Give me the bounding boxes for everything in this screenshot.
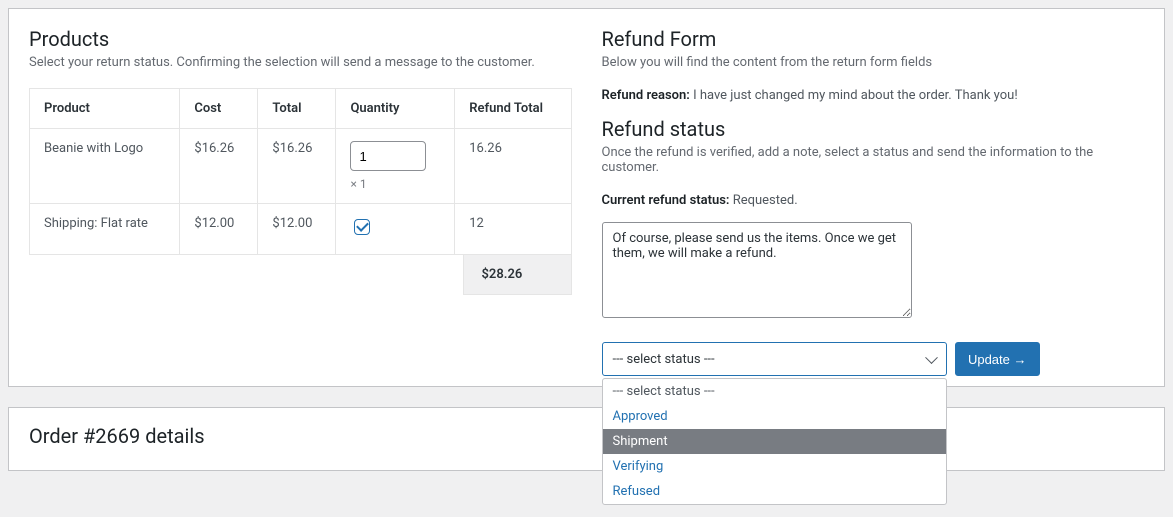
col-quantity: Quantity <box>336 89 455 129</box>
refund-reason-line: Refund reason: I have just changed my mi… <box>602 88 1145 103</box>
update-button[interactable]: Update → <box>955 342 1040 376</box>
refund-form-column: Refund Form Below you will find the cont… <box>602 9 1145 376</box>
cell-total: $16.26 <box>258 129 336 204</box>
status-select-value: --- select status --- <box>613 352 715 367</box>
current-status-line: Current refund status: Requested. <box>602 193 1145 208</box>
status-option[interactable]: Refused <box>603 479 946 504</box>
refund-form-heading: Refund Form <box>602 27 1145 51</box>
refund-status-heading: Refund status <box>602 117 1145 141</box>
shipping-refund-checkbox[interactable] <box>354 219 370 235</box>
order-details-panel: Order #2669 details <box>8 407 1165 471</box>
status-option[interactable]: Verifying <box>603 454 946 479</box>
cell-product: Shipping: Flat rate <box>30 204 180 255</box>
cell-refund-total: 16.26 <box>455 129 571 204</box>
products-subtitle: Select your return status. Confirming th… <box>29 55 572 70</box>
col-total: Total <box>258 89 336 129</box>
cell-refund-total: 12 <box>455 204 571 255</box>
refund-note-textarea[interactable] <box>602 222 912 318</box>
order-details-heading: Order #2669 details <box>29 424 1144 448</box>
status-dropdown: --- select status ---ApprovedShipmentVer… <box>602 378 947 505</box>
status-option[interactable]: Shipment <box>603 429 946 454</box>
quantity-input[interactable] <box>350 141 426 171</box>
cell-cost: $12.00 <box>180 204 258 255</box>
products-column: Products Select your return status. Conf… <box>29 9 572 376</box>
products-table: Product Cost Total Quantity Refund Total… <box>29 88 572 255</box>
table-row: Beanie with Logo $16.26 $16.26 × 1 16.26 <box>30 129 572 204</box>
current-status-label: Current refund status: <box>602 193 730 208</box>
status-option[interactable]: Approved <box>603 404 946 429</box>
status-select[interactable]: --- select status --- <box>602 342 947 376</box>
col-product: Product <box>30 89 180 129</box>
grand-total: $28.26 <box>463 255 572 295</box>
quantity-multiplier: × 1 <box>350 177 440 191</box>
cell-quantity <box>336 204 455 255</box>
refund-reason-value: I have just changed my mind about the or… <box>693 88 1018 103</box>
refund-panel: Products Select your return status. Conf… <box>8 8 1165 387</box>
current-status-value: Requested. <box>733 193 798 208</box>
products-heading: Products <box>29 27 572 51</box>
refund-form-subtitle: Below you will find the content from the… <box>602 55 1145 70</box>
table-row: Shipping: Flat rate $12.00 $12.00 12 <box>30 204 572 255</box>
cell-product: Beanie with Logo <box>30 129 180 204</box>
col-cost: Cost <box>180 89 258 129</box>
cell-cost: $16.26 <box>180 129 258 204</box>
cell-total: $12.00 <box>258 204 336 255</box>
refund-reason-label: Refund reason: <box>602 88 690 103</box>
col-refund-total: Refund Total <box>455 89 571 129</box>
cell-quantity: × 1 <box>336 129 455 204</box>
refund-status-subtitle: Once the refund is verified, add a note,… <box>602 145 1145 175</box>
status-option[interactable]: --- select status --- <box>603 379 946 404</box>
